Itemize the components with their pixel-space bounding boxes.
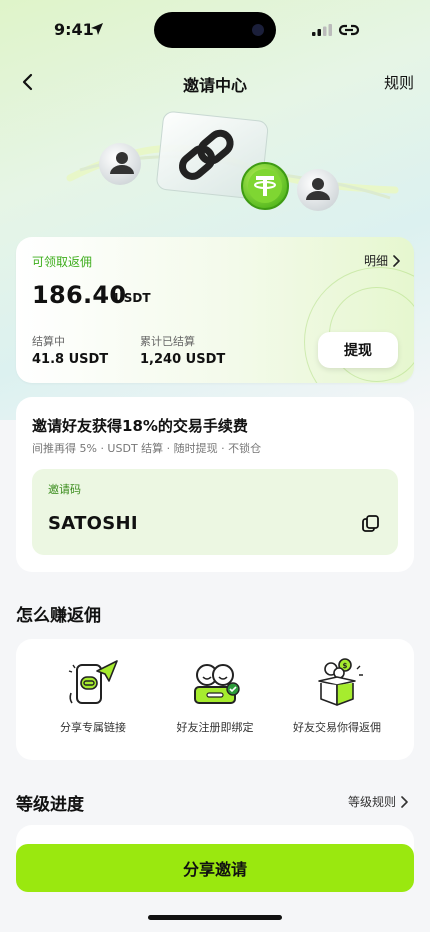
details-link[interactable]: 明细 (364, 252, 400, 269)
share-phone-icon (68, 660, 118, 704)
step-friend-trade: $ 好友交易你得返佣 (277, 655, 397, 735)
invite-code-label: 邀请码 (48, 483, 81, 496)
step-label: 分享专属链接 (60, 721, 126, 734)
level-rules-link[interactable]: 等级规则 (348, 793, 408, 810)
step-label: 好友注册即绑定 (176, 721, 254, 734)
status-time: 9:41 (54, 20, 94, 39)
rebate-amount: 186.40 (32, 281, 127, 309)
step-friend-register: 好友注册即绑定 (155, 655, 275, 735)
step-share-link: 分享专属链接 (33, 655, 153, 735)
location-arrow-icon (91, 23, 103, 35)
share-invite-button[interactable]: 分享邀请 (16, 844, 414, 892)
rebate-unit: USDT (114, 291, 151, 305)
how-to-earn-card: 分享专属链接 好友注册即绑定 $ 好友交易你得返佣 (16, 639, 414, 760)
avatar-right-ball (297, 169, 339, 211)
gift-box-coins-icon: $ (318, 658, 363, 706)
chevron-right-icon (393, 254, 400, 267)
friends-bind-icon (194, 664, 240, 704)
how-to-earn-title: 怎么赚返佣 (16, 606, 101, 626)
invite-code-value: SATOSHI (48, 513, 138, 534)
wifi-link-icon (338, 24, 360, 36)
withdraw-button[interactable]: 提现 (318, 332, 398, 368)
settling-value: 41.8 USDT (32, 352, 109, 367)
page-title: 邀请中心 (182, 76, 247, 95)
invite-hero-illustration (66, 111, 399, 211)
settled-total-value: 1,240 USDT (140, 352, 226, 367)
chevron-right-icon (401, 795, 408, 808)
nav-bar: 邀请中心 规则 (0, 64, 430, 100)
rebate-label: 可领取返佣 (32, 255, 93, 269)
svg-text:$: $ (343, 662, 348, 670)
level-progress-title: 等级进度 (16, 795, 84, 815)
settling-label: 结算中 (32, 335, 65, 348)
cellular-signal-icon (312, 24, 332, 36)
camera-dot (252, 24, 264, 36)
invite-card: 邀请好友获得18%的交易手续费 间推再得 5% · USDT 结算 · 随时提现… (16, 397, 414, 572)
dynamic-island (154, 12, 276, 48)
details-label: 明细 (363, 254, 388, 268)
invite-title: 邀请好友获得18%的交易手续费 (32, 417, 248, 435)
settled-total-label: 累计已结算 (140, 335, 195, 348)
step-label: 好友交易你得返佣 (293, 721, 381, 734)
copy-icon[interactable] (360, 513, 382, 535)
level-rules-label: 等级规则 (347, 795, 396, 809)
invite-subtitle: 间推再得 5% · USDT 结算 · 随时提现 · 不锁仓 (32, 442, 262, 455)
rules-link[interactable]: 规则 (384, 72, 414, 93)
invite-code-box: 邀请码 SATOSHI (32, 469, 398, 555)
tether-coin (241, 162, 289, 210)
status-bar: 9:41 (0, 0, 430, 56)
rebate-card: 可领取返佣 明细 186.40 USDT 结算中 41.8 USDT 累计已结算… (16, 237, 414, 383)
avatar-left-ball (99, 143, 141, 185)
home-indicator (148, 915, 282, 920)
